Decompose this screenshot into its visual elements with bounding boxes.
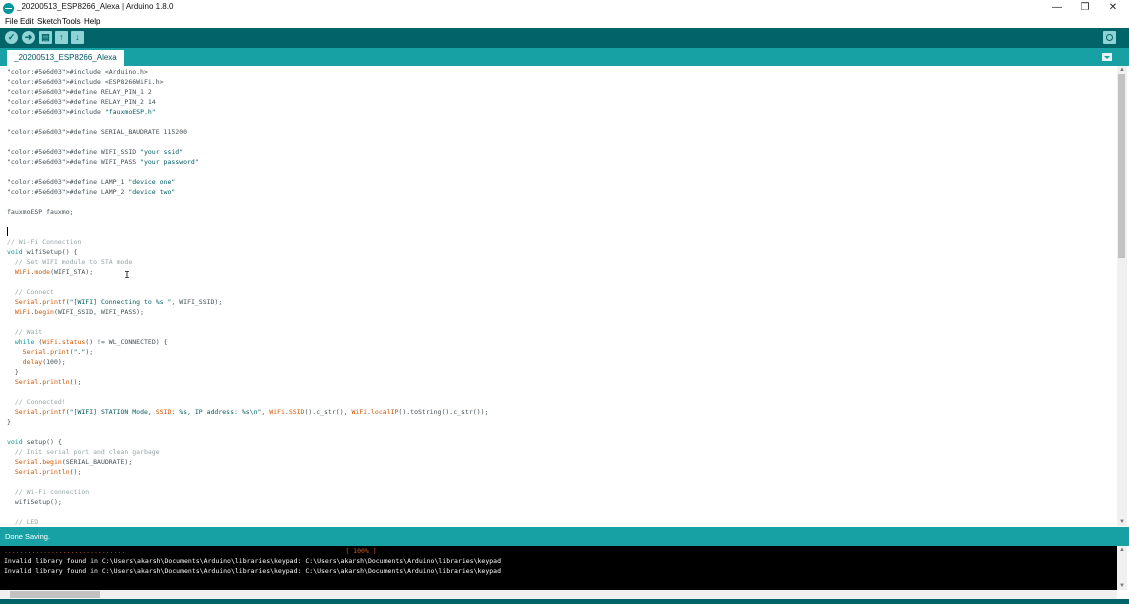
bottom-strip (0, 599, 1129, 604)
editor-scroll-thumb[interactable] (1118, 74, 1125, 258)
progress-percent: [ 100% ] (345, 547, 377, 555)
code-line: } (7, 418, 11, 426)
code-line: "color:#5e6d03">#include <ESP8266WiFi.h> (7, 78, 164, 86)
code-line: void setup() { (7, 438, 62, 446)
code-line: Serial.begin(SERIAL_BAUDRATE); (14, 458, 133, 466)
minimize-button[interactable]: — (1043, 0, 1071, 16)
code-editor[interactable]: "color:#5e6d03">#include <Arduino.h> "col… (0, 66, 1117, 526)
tab-sketch[interactable]: _20200513_ESP8266_Alexa (7, 50, 124, 66)
scroll-up-arrow-icon[interactable]: ▲ (1117, 66, 1127, 74)
code-line: fauxmoESP fauxmo; (7, 208, 74, 216)
open-sketch-icon[interactable]: ↑ (55, 31, 68, 44)
console-progress-line: ............................... [ 100% ] (0, 546, 1117, 556)
tab-menu-dropdown-icon[interactable] (1102, 53, 1112, 61)
code-line: Serial.println(); (14, 378, 82, 386)
window-title: _20200513_ESP8266_Alexa | Arduino 1.8.0 (17, 2, 174, 11)
console-output[interactable]: ...............................[ 100% ] … (0, 546, 1117, 590)
code-line: // LED (7, 518, 39, 526)
console-scroll-up-arrow-icon[interactable]: ▲ (1117, 546, 1127, 554)
menu-file[interactable]: File (5, 16, 18, 27)
code-line: "color:#5e6d03">#define SERIAL_BAUDRATE … (7, 128, 188, 136)
ibeam-cursor-icon: I (124, 270, 131, 281)
code-line: // Connect (7, 288, 54, 296)
arduino-logo-icon (3, 3, 14, 14)
code-line: "color:#5e6d03">#include "fauxmoESP.h" (7, 108, 156, 116)
title-bar: _20200513_ESP8266_Alexa | Arduino 1.8.0 … (0, 0, 1129, 16)
code-line: "color:#5e6d03">#define RELAY_PIN_2 14 (7, 98, 156, 106)
toolbar: ✓ ➜ ▤ ↑ ↓ (0, 28, 1129, 48)
code-line: // Wi-Fi Connection (7, 238, 82, 246)
editor-vertical-scrollbar[interactable]: ▲ ▼ (1117, 66, 1127, 526)
code-line: } (7, 368, 19, 376)
code-line: "color:#5e6d03">#define WIFI_SSID "your … (7, 148, 184, 156)
console-line: Invalid library found in C:\Users\akarsh… (4, 567, 501, 575)
serial-monitor-icon[interactable] (1103, 31, 1116, 44)
code-line: Serial.print("."); (22, 348, 94, 356)
code-line: // Set WIFI module to STA mode (7, 258, 133, 266)
code-line: "color:#5e6d03">#define LAMP_1 "device o… (7, 178, 176, 186)
menu-tools[interactable]: Tools (62, 16, 81, 27)
text-caret (7, 227, 8, 236)
console-line: Invalid library found in C:\Users\akarsh… (4, 557, 501, 565)
console-scroll-down-arrow-icon[interactable]: ▼ (1117, 582, 1127, 590)
status-message: Done Saving. (5, 532, 51, 541)
close-button[interactable]: ✕ (1099, 0, 1127, 16)
code-line: // Wait (7, 328, 43, 336)
code-line: // Wi-Fi connection (7, 488, 90, 496)
code-text[interactable]: "color:#5e6d03">#include <Arduino.h> "col… (0, 66, 1117, 526)
code-line: WiFi.mode(WIFI_STA); (14, 268, 94, 276)
save-sketch-icon[interactable]: ↓ (71, 31, 84, 44)
console-vertical-scrollbar[interactable]: ▲ ▼ (1117, 546, 1127, 590)
code-line: Serial.println(); (14, 468, 82, 476)
menu-sketch[interactable]: Sketch (37, 16, 61, 27)
code-line: Serial.printf("[WIFI] STATION Mode, SSID… (14, 408, 489, 416)
code-line: "color:#5e6d03">#define LAMP_2 "device t… (7, 188, 176, 196)
menu-bar: File Edit Sketch Tools Help (0, 16, 1129, 27)
code-line: // Connected! (7, 398, 66, 406)
code-line: wifiSetup(); (7, 498, 62, 506)
code-line: "color:#5e6d03">#define WIFI_PASS "your … (7, 158, 199, 166)
upload-icon[interactable]: ➜ (22, 31, 35, 44)
scroll-down-arrow-icon[interactable]: ▼ (1117, 518, 1127, 526)
console-horizontal-scroll-thumb[interactable] (10, 591, 100, 598)
restore-button[interactable]: ❐ (1071, 0, 1099, 16)
status-bar: Done Saving. (0, 527, 1129, 546)
console-horizontal-scrollbar[interactable] (0, 590, 1117, 599)
code-line: while (WiFi.status() != WL_CONNECTED) { (14, 338, 168, 346)
tab-bar: _20200513_ESP8266_Alexa (0, 48, 1129, 66)
code-line: "color:#5e6d03">#include <Arduino.h> (7, 68, 148, 76)
code-line: Serial.printf("[WIFI] Connecting to %s "… (14, 298, 223, 306)
new-sketch-icon[interactable]: ▤ (39, 31, 52, 44)
progress-dots: ............................... (4, 547, 126, 555)
code-line: delay(100); (22, 358, 66, 366)
code-line: void wifiSetup() { (7, 248, 78, 256)
menu-edit[interactable]: Edit (20, 16, 34, 27)
code-line: // Init serial port and clean garbage (7, 448, 160, 456)
menu-help[interactable]: Help (84, 16, 100, 27)
code-line: "color:#5e6d03">#define RELAY_PIN_1 2 (7, 88, 152, 96)
verify-icon[interactable]: ✓ (5, 31, 18, 44)
code-line: WiFi.begin(WIFI_SSID, WIFI_PASS); (14, 308, 144, 316)
